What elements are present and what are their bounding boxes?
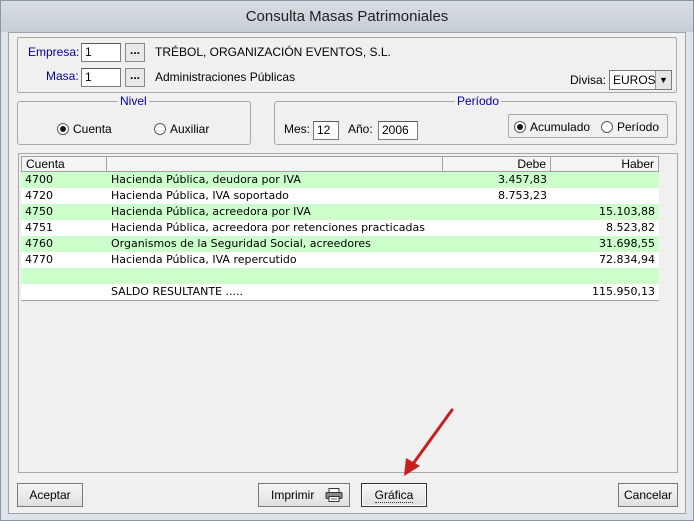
chevron-down-icon[interactable]: ▼: [655, 71, 671, 89]
radio-acumulado[interactable]: Acumulado: [514, 120, 590, 134]
col-header-haber[interactable]: Haber: [551, 156, 659, 172]
radio-periodo-label: Período: [617, 120, 660, 134]
window-title: Consulta Masas Patrimoniales: [1, 1, 693, 32]
dialog-window: Consulta Masas Patrimoniales Empresa: 1 …: [0, 0, 694, 521]
header-panel: Empresa: 1 ... TRÉBOL, ORGANIZACIÓN EVEN…: [17, 37, 677, 93]
cell-descripcion: Hacienda Pública, deudora por IVA: [111, 173, 301, 186]
radio-auxiliar-label: Auxiliar: [170, 122, 210, 136]
divisa-select[interactable]: EUROS ▼: [609, 70, 672, 90]
cell-haber: [551, 188, 659, 204]
divisa-label: Divisa:: [570, 73, 607, 87]
masa-name: Administraciones Públicas: [155, 70, 296, 84]
radio-dot[interactable]: [514, 121, 526, 133]
cell-haber: [551, 268, 659, 284]
cell-cuenta: 4700: [25, 173, 53, 186]
accounts-grid[interactable]: Cuenta Debe Haber 4700 Hacienda Pública,…: [21, 156, 659, 301]
masa-field[interactable]: 1: [81, 68, 121, 87]
cell-debe: [443, 220, 551, 236]
cell-descripcion: Hacienda Pública, IVA soportado: [111, 189, 289, 202]
grafica-label: Gráfica: [374, 488, 414, 503]
cell-cuenta: [21, 284, 107, 300]
masa-label: Masa:: [46, 69, 79, 83]
table-row[interactable]: 4770 Hacienda Pública, IVA repercutido 7…: [21, 252, 659, 268]
dialog-client-area: Empresa: 1 ... TRÉBOL, ORGANIZACIÓN EVEN…: [8, 32, 686, 514]
cell-descripcion: Organismos de la Seguridad Social, acree…: [111, 237, 371, 250]
cell-cuenta: 4770: [25, 253, 53, 266]
cell-debe: [443, 204, 551, 220]
empresa-lookup-button[interactable]: ...: [125, 43, 145, 62]
cell-haber: 8.523,82: [606, 221, 655, 234]
cell-haber: 15.103,88: [599, 205, 655, 218]
anio-field[interactable]: 2006: [378, 121, 418, 140]
masa-lookup-button[interactable]: ...: [125, 68, 145, 87]
col-header-debe[interactable]: Debe: [443, 156, 551, 172]
periodo-options-box: Acumulado Período: [508, 114, 668, 138]
printer-icon: [325, 488, 343, 502]
cell-haber: 72.834,94: [599, 253, 655, 266]
cell-debe: 3.457,83: [498, 173, 547, 186]
periodo-group: Período Mes: 12 Año: 2006 Acumulado Perí…: [274, 94, 677, 145]
radio-acumulado-label: Acumulado: [530, 120, 591, 134]
cell-cuenta: 4720: [25, 189, 53, 202]
table-row[interactable]: 4700 Hacienda Pública, deudora por IVA 3…: [21, 172, 659, 188]
cancelar-label: Cancelar: [623, 488, 673, 502]
cell-debe: [443, 236, 551, 252]
col-header-cuenta[interactable]: Cuenta: [21, 156, 107, 172]
imprimir-label: Imprimir: [271, 488, 315, 502]
cell-cuenta: 4760: [25, 237, 53, 250]
cell-descripcion: [107, 268, 443, 284]
cancelar-button[interactable]: Cancelar: [618, 483, 678, 507]
cell-saldo-value: 115.950,13: [592, 285, 655, 298]
grid-header: Cuenta Debe Haber: [21, 156, 659, 172]
radio-cuenta-label: Cuenta: [73, 122, 112, 136]
grid-divider: [21, 300, 659, 301]
cell-saldo-label: SALDO RESULTANTE .....: [111, 285, 243, 298]
radio-dot[interactable]: [57, 123, 69, 135]
cell-cuenta: 4750: [25, 205, 53, 218]
mes-label: Mes:: [284, 122, 311, 136]
radio-auxiliar[interactable]: Auxiliar: [154, 122, 209, 136]
cell-descripcion: Hacienda Pública, IVA repercutido: [111, 253, 297, 266]
cell-descripcion: Hacienda Pública, acreedora por retencio…: [111, 221, 425, 234]
table-row[interactable]: [21, 268, 659, 284]
table-row[interactable]: 4751 Hacienda Pública, acreedora por ret…: [21, 220, 659, 236]
radio-dot[interactable]: [154, 123, 166, 135]
empresa-name: TRÉBOL, ORGANIZACIÓN EVENTOS, S.L.: [155, 45, 391, 59]
aceptar-button[interactable]: Aceptar: [17, 483, 83, 507]
radio-cuenta[interactable]: Cuenta: [57, 122, 112, 136]
accounts-grid-container: Cuenta Debe Haber 4700 Hacienda Pública,…: [18, 153, 678, 473]
empresa-field[interactable]: 1: [81, 43, 121, 62]
imprimir-button[interactable]: Imprimir: [258, 483, 350, 507]
col-header-descripcion[interactable]: [107, 156, 443, 172]
grafica-button[interactable]: Gráfica: [361, 483, 427, 507]
annotation-arrow-icon: [404, 408, 454, 476]
table-row[interactable]: 4750 Hacienda Pública, acreedora por IVA…: [21, 204, 659, 220]
empresa-label: Empresa:: [28, 45, 80, 59]
cell-cuenta: [21, 268, 107, 284]
table-row[interactable]: 4760 Organismos de la Seguridad Social, …: [21, 236, 659, 252]
mes-field[interactable]: 12: [313, 121, 339, 140]
aceptar-label: Aceptar: [29, 488, 71, 502]
nivel-group: Nivel Cuenta Auxiliar: [17, 94, 251, 145]
cell-debe: [443, 284, 551, 300]
cell-debe: 8.753,23: [498, 189, 547, 202]
table-row[interactable]: 4720 Hacienda Pública, IVA soportado 8.7…: [21, 188, 659, 204]
radio-dot[interactable]: [601, 121, 613, 133]
radio-periodo[interactable]: Período: [601, 120, 659, 134]
divisa-value: EUROS: [613, 73, 656, 87]
cell-haber: 31.698,55: [599, 237, 655, 250]
nivel-title: Nivel: [118, 94, 149, 108]
cell-debe: [443, 252, 551, 268]
cell-cuenta: 4751: [25, 221, 53, 234]
anio-label: Año:: [348, 122, 373, 136]
cell-haber: [551, 172, 659, 188]
periodo-title: Período: [455, 94, 502, 108]
table-row-total[interactable]: SALDO RESULTANTE ..... 115.950,13: [21, 284, 659, 300]
cell-debe: [443, 268, 551, 284]
cell-descripcion: Hacienda Pública, acreedora por IVA: [111, 205, 311, 218]
